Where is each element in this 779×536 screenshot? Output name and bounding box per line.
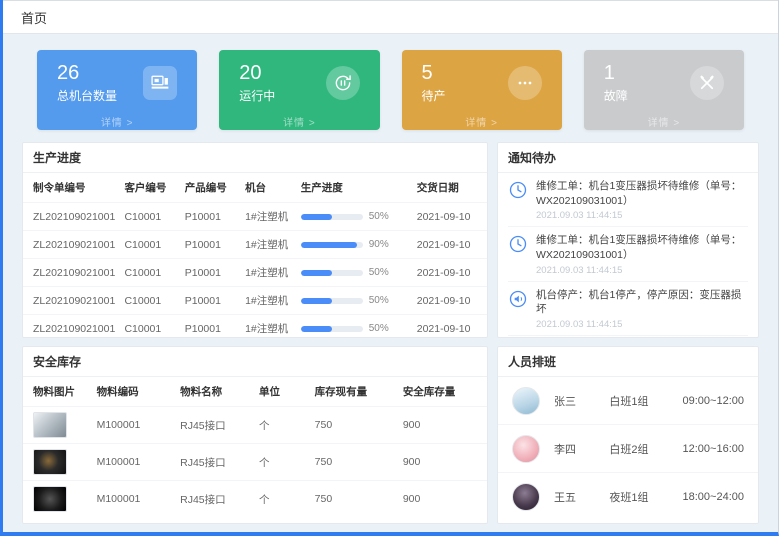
staff-row[interactable]: 王五 夜班1组 18:00~24:00: [498, 473, 758, 521]
staff-time: 09:00~12:00: [683, 395, 744, 407]
staff-row[interactable]: 李四 白班2组 12:00~16:00: [498, 425, 758, 473]
col-header: 生产进度: [297, 173, 413, 203]
notification-time: 2021.09.03 11:44:15: [536, 210, 748, 221]
col-header: 机台: [241, 173, 297, 203]
table-row[interactable]: M100001 RJ45接口 个 750 900: [23, 481, 487, 518]
staff-schedule-panel: 人员排班 张三 白班1组 09:00~12:00 李四 白班2组 12:00~1…: [497, 346, 759, 524]
stat-cards: 26 总机台数量 详情 > 20 运行中: [3, 34, 778, 142]
card-detail-link[interactable]: 详情 >: [37, 114, 197, 129]
col-header: 物料编码: [93, 377, 177, 407]
stat-card-running[interactable]: 20 运行中 详情 >: [219, 50, 379, 130]
inventory-table: 物料图片 物料编码 物料名称 单位 库存现有量 安全库存量 M100001 RJ…: [23, 377, 487, 517]
col-header: 制令单编号: [23, 173, 120, 203]
avatar: [512, 435, 540, 463]
tools-icon: [690, 66, 724, 100]
material-photo: [33, 449, 67, 475]
table-row[interactable]: ZL202109021001 C10001 P10001 1#注塑机 50% 2…: [23, 315, 487, 339]
card-detail-link[interactable]: 详情 >: [219, 114, 379, 129]
notifications-panel: 通知待办 维修工单：机台1变压器损坏待维修（单号：WX202109031001）…: [497, 142, 759, 338]
stat-value: 26: [57, 62, 117, 84]
stat-label: 待产: [422, 87, 446, 104]
machine-icon: [143, 66, 177, 100]
table-row[interactable]: ZL202109021001 C10001 P10001 1#注塑机 50% 2…: [23, 287, 487, 315]
col-header: 物料图片: [23, 377, 93, 407]
notification-text: 机台停产：机台1停产，停产原因：变压器损坏: [536, 288, 748, 317]
production-table: 制令单编号 客户编号 产品编号 机台 生产进度 交货日期 ZL202109021…: [23, 173, 487, 338]
col-header: 交货日期: [413, 173, 487, 203]
card-detail-link[interactable]: 详情 >: [584, 114, 744, 129]
speaker-icon: [508, 289, 528, 309]
notification-time: 2021.09.03 11:44:15: [536, 265, 748, 276]
staff-shift: 夜班1组: [609, 489, 682, 505]
staff-time: 18:00~24:00: [683, 491, 744, 503]
notification-item[interactable]: 维修工单：机台1变压器损坏待维修（单号：WX202109031001） 2021…: [508, 227, 748, 281]
staff-name: 张三: [554, 393, 609, 409]
col-header: 物料名称: [176, 377, 255, 407]
staff-name: 王五: [554, 489, 609, 505]
table-row[interactable]: ZL202109021001 C10001 P10001 1#注塑机 50% 2…: [23, 259, 487, 287]
stat-value: 5: [422, 62, 446, 84]
progress-bar: 50%: [301, 295, 409, 306]
panel-title: 安全库存: [23, 347, 487, 377]
stat-label: 故障: [604, 87, 628, 104]
card-detail-link[interactable]: 详情 >: [402, 114, 562, 129]
staff-shift: 白班1组: [609, 393, 682, 409]
col-header: 安全库存量: [399, 377, 487, 407]
panel-title: 人员排班: [498, 347, 758, 377]
stat-label: 总机台数量: [57, 87, 117, 104]
avatar: [512, 483, 540, 511]
staff-time: 12:00~16:00: [683, 443, 744, 455]
avatar: [512, 387, 540, 415]
stat-value: 1: [604, 62, 628, 84]
stat-card-fault[interactable]: 1 故障 详情 >: [584, 50, 744, 130]
page-header: 首页: [3, 0, 778, 34]
material-photo: [33, 486, 67, 512]
staff-shift: 白班2组: [609, 441, 682, 457]
staff-name: 李四: [554, 441, 609, 457]
stat-card-waiting[interactable]: 5 待产 详情 >: [402, 50, 562, 130]
progress-bar: 50%: [301, 267, 409, 278]
table-row[interactable]: M100001 RJ45接口 个 750 900: [23, 444, 487, 481]
staff-row[interactable]: 张三 白班1组 09:00~12:00: [498, 377, 758, 425]
table-row[interactable]: ZL202109021001 C10001 P10001 1#注塑机 90% 2…: [23, 231, 487, 259]
clock-icon: [508, 180, 528, 200]
table-row[interactable]: M100001 RJ45接口 个 750 900: [23, 407, 487, 444]
table-row[interactable]: ZL202109021001 C10001 P10001 1#注塑机 50% 2…: [23, 203, 487, 231]
panel-title: 生产进度: [23, 143, 487, 173]
col-header: 客户编号: [120, 173, 180, 203]
notification-item[interactable]: 机台停产：机台1停产，停产原因：变压器损坏 2021.09.03 11:44:1…: [508, 282, 748, 336]
stat-value: 20: [239, 62, 275, 84]
progress-bar: 50%: [301, 211, 409, 222]
notification-item[interactable]: 计划暂停：机台1生产计划已暂停 2021.09.03 11:44:15: [508, 336, 748, 338]
dashboard-grid: 生产进度 制令单编号 客户编号 产品编号 机台 生产进度 交货日期 ZL2021…: [3, 142, 778, 524]
col-header: 库存现有量: [311, 377, 399, 407]
progress-bar: 90%: [301, 239, 409, 250]
notification-time: 2021.09.03 11:44:15: [536, 319, 748, 330]
col-header: 产品编号: [181, 173, 241, 203]
material-photo: [33, 412, 67, 438]
notification-text: 维修工单：机台1变压器损坏待维修（单号：WX202109031001）: [536, 233, 748, 262]
progress-bar: 50%: [301, 323, 409, 334]
notification-item[interactable]: 维修工单：机台1变压器损坏待维修（单号：WX202109031001） 2021…: [508, 173, 748, 227]
stat-card-total-machines[interactable]: 26 总机台数量 详情 >: [37, 50, 197, 130]
safety-stock-panel: 安全库存 物料图片 物料编码 物料名称 单位 库存现有量 安全库存量 M1000…: [22, 346, 488, 524]
notification-text: 维修工单：机台1变压器损坏待维修（单号：WX202109031001）: [536, 179, 748, 208]
running-icon: [326, 66, 360, 100]
clock-icon: [508, 234, 528, 254]
ellipsis-icon: [508, 66, 542, 100]
stat-label: 运行中: [239, 87, 275, 104]
production-progress-panel: 生产进度 制令单编号 客户编号 产品编号 机台 生产进度 交货日期 ZL2021…: [22, 142, 488, 338]
page-title[interactable]: 首页: [21, 8, 47, 27]
panel-title: 通知待办: [498, 143, 758, 173]
col-header: 单位: [255, 377, 311, 407]
